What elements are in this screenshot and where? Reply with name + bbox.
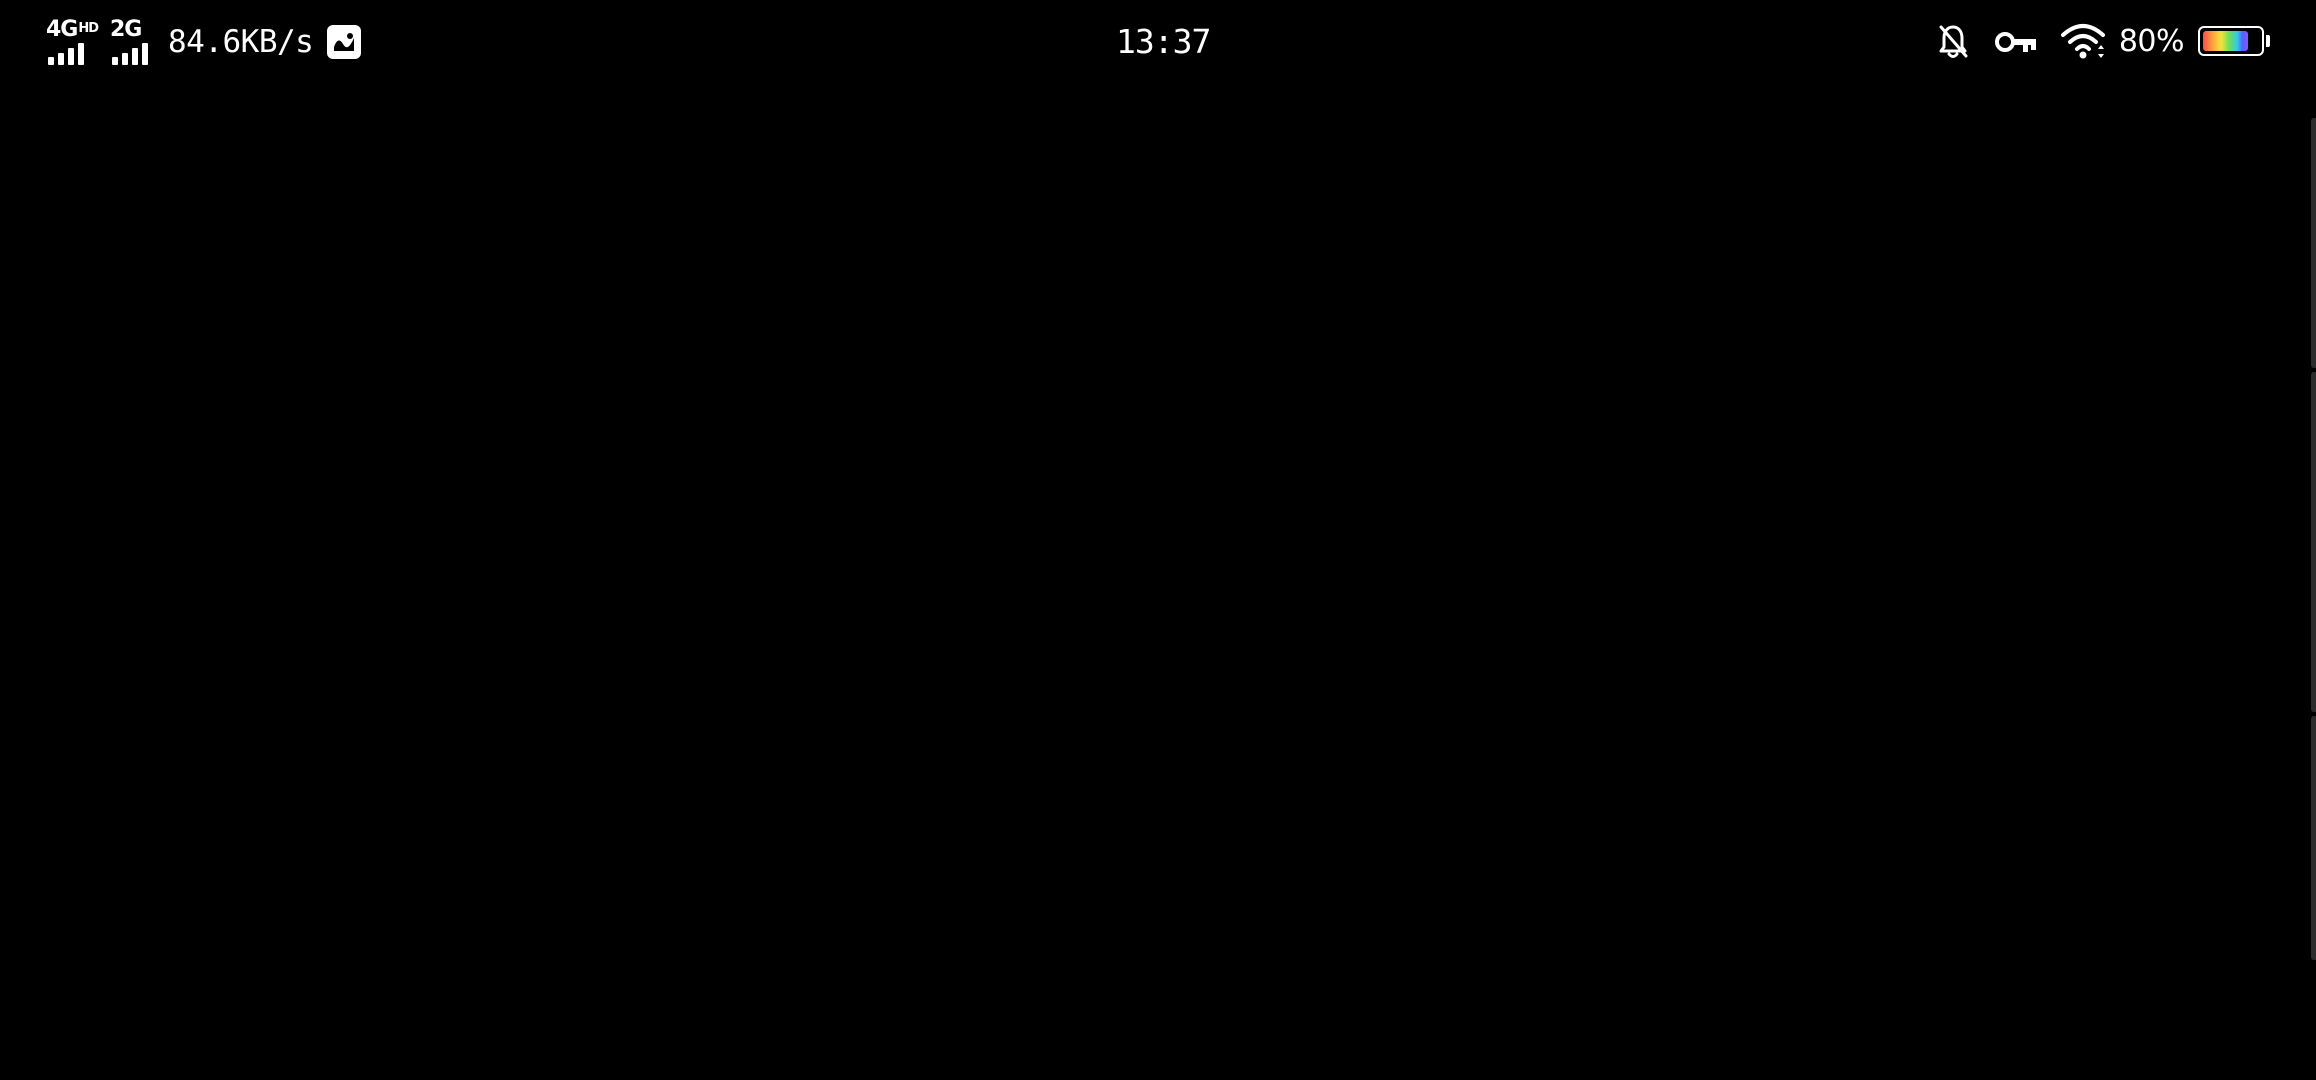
status-bar-left: 4GHD 2G 84.6KB/s bbox=[46, 18, 362, 66]
edge-panel-handle-top[interactable] bbox=[2311, 118, 2316, 368]
battery-level-fill bbox=[2203, 31, 2248, 51]
image-app-icon bbox=[327, 25, 362, 59]
sim1-signal-bars-icon bbox=[46, 43, 88, 65]
bell-off-icon bbox=[1935, 22, 1971, 62]
vpn-key-icon bbox=[1993, 22, 2039, 62]
status-bar-right: 80% bbox=[1935, 18, 2270, 66]
sim2-network-type: 2G bbox=[110, 17, 142, 42]
battery-icon bbox=[2198, 26, 2270, 58]
status-clock: 13:37 bbox=[1116, 22, 1211, 61]
app-content-area[interactable] bbox=[0, 84, 2310, 1080]
status-bar: 4GHD 2G 84.6KB/s 13:37 80% bbox=[0, 0, 2316, 84]
sim1-hd-badge: HD bbox=[78, 21, 99, 36]
wifi-icon bbox=[2060, 22, 2109, 62]
edge-panel-handle-middle[interactable] bbox=[2311, 372, 2316, 712]
sim2-signal-bars-icon bbox=[110, 43, 152, 65]
sim1-network-type: 4G bbox=[46, 17, 78, 42]
network-speed: 84.6KB/s bbox=[168, 24, 314, 60]
sim1-signal: 4GHD bbox=[46, 19, 100, 65]
sim2-signal: 2G bbox=[110, 19, 156, 65]
battery-percent: 80% bbox=[2118, 24, 2185, 59]
edge-panel-handle-bottom[interactable] bbox=[2311, 716, 2316, 960]
